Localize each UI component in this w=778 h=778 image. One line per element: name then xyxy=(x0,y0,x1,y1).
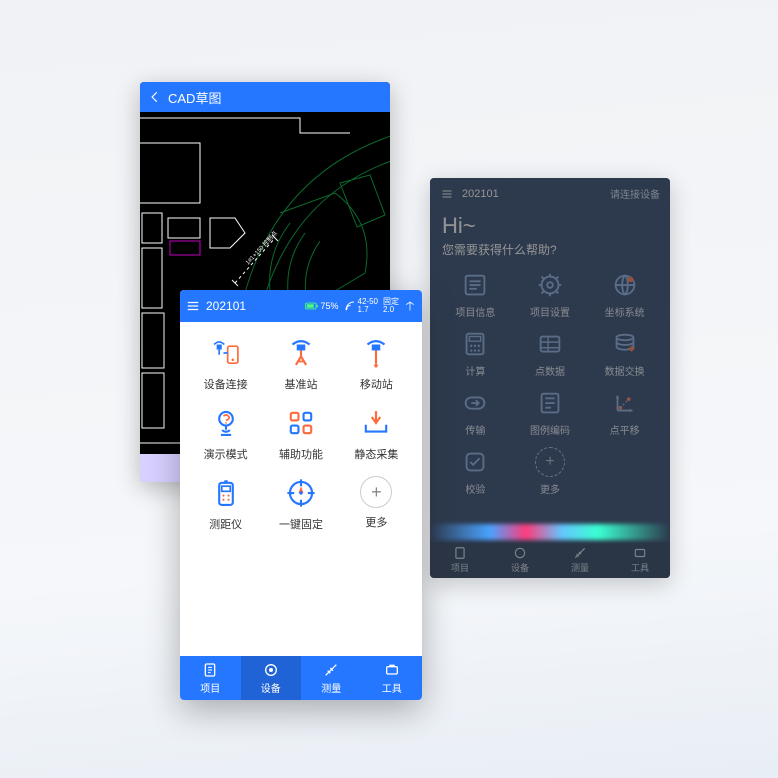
voice-wave xyxy=(430,524,670,540)
aux-icon xyxy=(284,406,318,440)
connect-prompt: 请连接设备 xyxy=(610,186,660,201)
assistant-nav: 项目 设备 测量 工具 xyxy=(430,542,670,578)
project-icon xyxy=(202,662,218,678)
nav-tools[interactable]: 工具 xyxy=(362,656,423,700)
cad-title: CAD草图 xyxy=(168,88,221,107)
point-data-icon xyxy=(535,329,565,359)
greeting: Hi~ xyxy=(430,209,670,241)
item-transfer[interactable]: 传输 xyxy=(438,388,513,437)
device-grid: 设备连接 基准站 移动站 演示模式 辅助功能 静态采集 测距仪 一键固定 xyxy=(180,322,422,546)
point-shift-icon xyxy=(610,388,640,418)
satellite-status: 42-501.7 xyxy=(344,298,378,314)
tools-icon xyxy=(384,662,400,678)
item-more[interactable]: + 更多 xyxy=(513,447,588,496)
item-more[interactable]: + 更多 xyxy=(339,476,414,532)
coord-system-icon xyxy=(610,270,640,300)
legend-code-icon xyxy=(535,388,565,418)
menu-icon[interactable] xyxy=(186,299,200,313)
help-text: 您需要获得什么帮助? xyxy=(430,241,670,270)
more-icon: + xyxy=(360,476,392,508)
device-project: 202101 xyxy=(206,299,299,313)
device-connect-icon xyxy=(209,336,243,370)
item-coord-system[interactable]: 坐标系统 xyxy=(587,270,662,319)
battery-icon xyxy=(305,301,319,311)
item-project-info[interactable]: 项目信息 xyxy=(438,270,513,319)
status-bar: 75% 42-501.7 固定2.0 xyxy=(305,298,416,314)
item-onekey-fix[interactable]: 一键固定 xyxy=(263,476,338,532)
assistant-screen: 202101 请连接设备 Hi~ 您需要获得什么帮助? 项目信息 项目设置 坐标… xyxy=(430,178,670,578)
satellite-icon xyxy=(344,300,356,312)
back-icon[interactable] xyxy=(148,90,162,104)
verify-icon xyxy=(460,447,490,477)
nav-project[interactable]: 项目 xyxy=(180,656,241,700)
transfer-icon xyxy=(460,388,490,418)
item-legend-code[interactable]: 图例编码 xyxy=(513,388,588,437)
project-info-icon xyxy=(460,270,490,300)
menu-icon[interactable] xyxy=(440,188,454,200)
item-device-connect[interactable]: 设备连接 xyxy=(188,336,263,392)
demo-mode-icon xyxy=(209,406,243,440)
item-rover[interactable]: 移动站 xyxy=(339,336,414,392)
nav-device[interactable]: 设备 xyxy=(511,546,529,574)
cad-header: CAD草图 xyxy=(140,82,390,112)
nav-project[interactable]: 项目 xyxy=(451,546,469,574)
item-project-settings[interactable]: 项目设置 xyxy=(513,270,588,319)
calc-icon xyxy=(460,329,490,359)
assistant-project: 202101 xyxy=(462,188,499,200)
device-nav: 项目 设备 测量 工具 xyxy=(180,656,422,700)
antenna-icon xyxy=(404,300,416,312)
item-base-station[interactable]: 基准站 xyxy=(263,336,338,392)
device-header: 202101 75% 42-501.7 固定2.0 xyxy=(180,290,422,322)
item-static[interactable]: 静态采集 xyxy=(339,406,414,462)
item-calc[interactable]: 计算 xyxy=(438,329,513,378)
project-settings-icon xyxy=(535,270,565,300)
device-screen: 202101 75% 42-501.7 固定2.0 设备连接 基准站 xyxy=(180,290,422,700)
item-rangefinder[interactable]: 测距仪 xyxy=(188,476,263,532)
base-station-icon xyxy=(284,336,318,370)
nav-device[interactable]: 设备 xyxy=(241,656,302,700)
item-demo-mode[interactable]: 演示模式 xyxy=(188,406,263,462)
assistant-grid: 项目信息 项目设置 坐标系统 计算 点数据 数据交换 传输 xyxy=(430,270,670,496)
item-data-exchange[interactable]: 数据交换 xyxy=(587,329,662,378)
nav-tools[interactable]: 工具 xyxy=(631,546,649,574)
device-tab-icon xyxy=(263,662,279,678)
nav-measure[interactable]: 测量 xyxy=(301,656,362,700)
item-verify[interactable]: 校验 xyxy=(438,447,513,496)
item-point-shift[interactable]: 点平移 xyxy=(587,388,662,437)
assistant-topbar: 202101 请连接设备 xyxy=(430,178,670,209)
item-aux[interactable]: 辅助功能 xyxy=(263,406,338,462)
more-icon: + xyxy=(535,447,565,477)
onekey-fix-icon xyxy=(284,476,318,510)
fix-status: 固定2.0 xyxy=(383,298,399,314)
nav-measure[interactable]: 测量 xyxy=(571,546,589,574)
static-icon xyxy=(359,406,393,440)
item-point-data[interactable]: 点数据 xyxy=(513,329,588,378)
rangefinder-icon xyxy=(209,476,243,510)
svg-text:1#1+150 控制点: 1#1+150 控制点 xyxy=(244,229,279,266)
data-exchange-icon xyxy=(610,329,640,359)
battery-status: 75% xyxy=(305,301,339,311)
rover-icon xyxy=(359,336,393,370)
measure-icon xyxy=(323,662,339,678)
